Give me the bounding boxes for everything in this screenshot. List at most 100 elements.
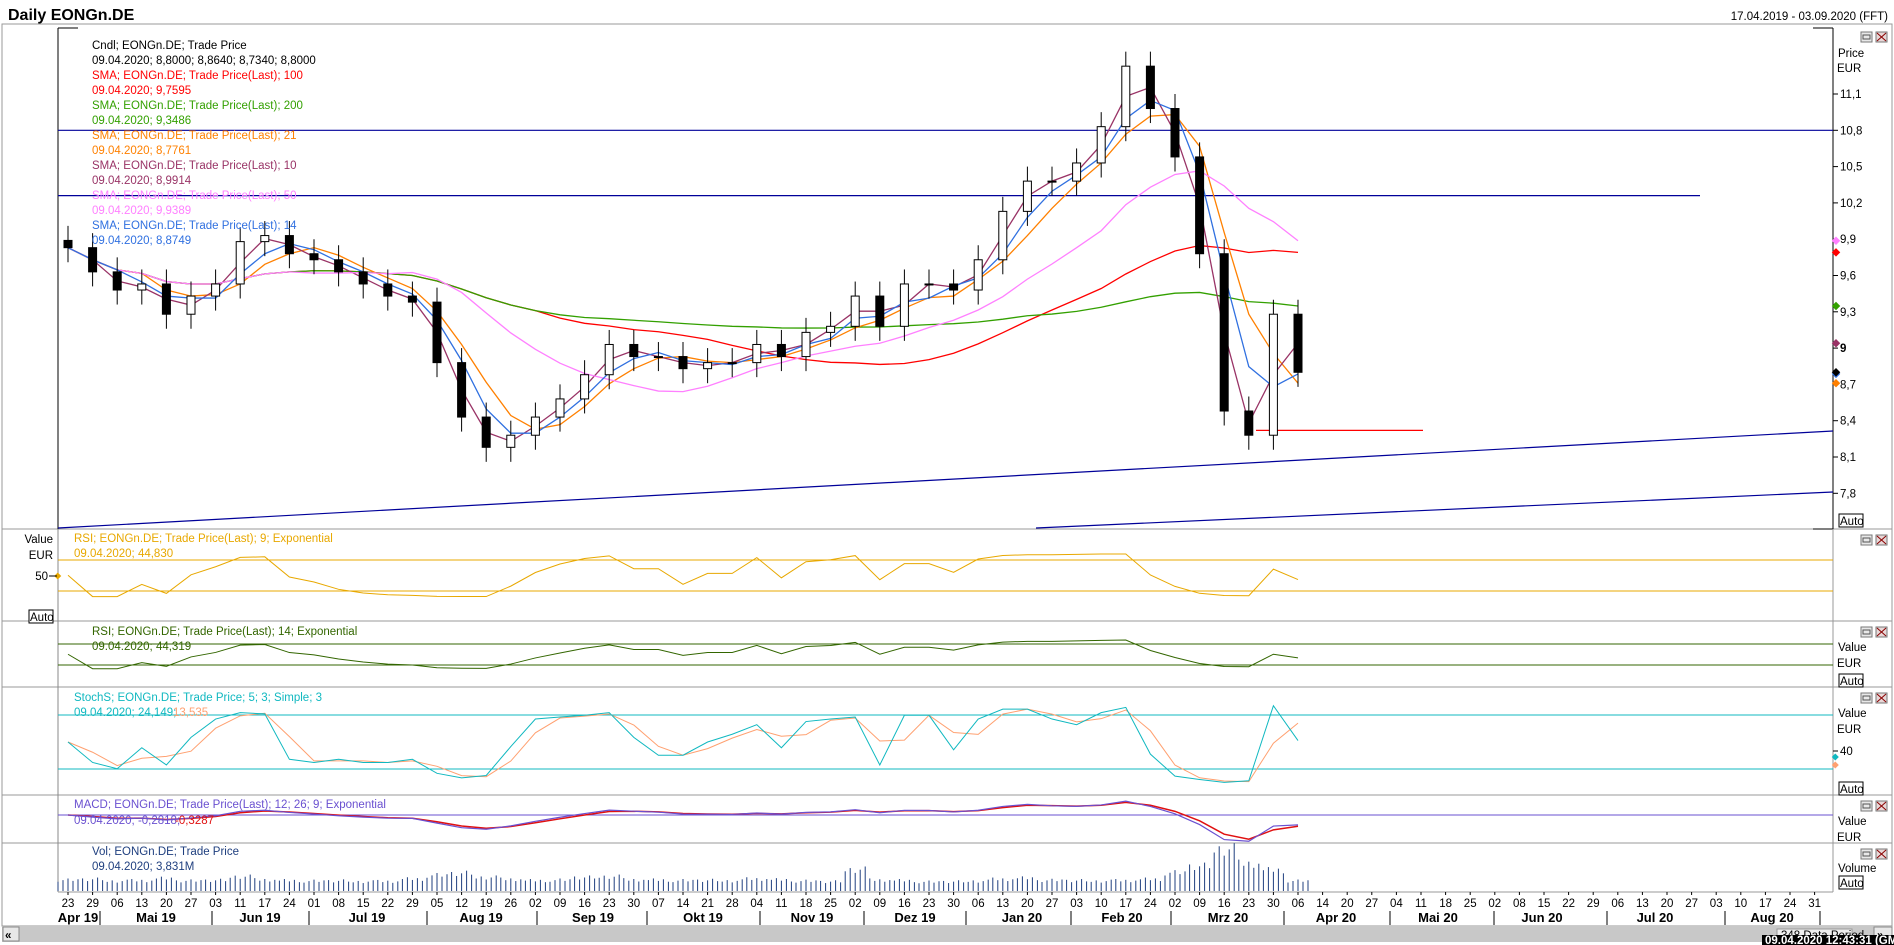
rsi9-legend: RSI; EONGn.DE; Trade Price(Last); 9; Exp… — [74, 533, 333, 545]
volume-value: 09.04.2020; 3,831M — [92, 861, 194, 873]
candle-body — [727, 362, 737, 365]
day-label: 17 — [1119, 898, 1132, 910]
candle — [1244, 396, 1254, 450]
candle — [1293, 299, 1303, 387]
day-label: 22 — [1562, 898, 1575, 910]
candle-body — [604, 343, 614, 376]
candle-body — [899, 283, 909, 327]
legend-series-label: SMA; EONGn.DE; Trade Price(Last); 10 — [92, 160, 297, 172]
day-label: 16 — [898, 898, 911, 910]
candle-body — [776, 343, 786, 358]
candle — [161, 269, 171, 329]
legend-series-value: 09.04.2020; 8,8749 — [92, 235, 191, 247]
legend-series-label: SMA; EONGn.DE; Trade Price(Last); 100 — [92, 70, 303, 82]
candle — [530, 402, 540, 450]
day-label: 30 — [947, 898, 960, 910]
stoch-panel — [58, 704, 1839, 783]
stoch-axis-unit: EUR — [1837, 724, 1861, 736]
candle-body — [88, 247, 98, 273]
candle-body — [629, 343, 639, 358]
day-label: 03 — [1070, 898, 1083, 910]
day-label: 08 — [332, 898, 345, 910]
price-tick-label: 9 — [1840, 343, 1846, 355]
candle — [235, 227, 245, 299]
legend-series-value: 09.04.2020; 8,9914 — [92, 175, 192, 187]
candle-body — [260, 235, 270, 243]
candle-body — [998, 210, 1008, 261]
day-label: 17 — [1759, 898, 1772, 910]
rsi14-axis-title: Value — [1838, 642, 1867, 654]
candle-body — [850, 295, 860, 327]
candle — [924, 269, 934, 299]
day-label: 01 — [308, 898, 321, 910]
trendline-upper — [57, 430, 1834, 529]
scroll-left-icon: « — [5, 930, 11, 942]
candle — [850, 281, 860, 341]
stoch-value-k: 09.04.2020; 24,149; — [74, 707, 176, 719]
candle-body — [703, 362, 713, 370]
candle — [334, 245, 344, 287]
candle — [1219, 239, 1229, 426]
legend-series-value: 09.04.2020; 9,9389 — [92, 205, 191, 217]
legend-series-label: SMA; EONGn.DE; Trade Price(Last); 200 — [92, 100, 303, 112]
day-label: 10 — [1095, 898, 1108, 910]
price-tick-label: 9,3 — [1840, 307, 1856, 319]
stoch-axis-title: Value — [1838, 708, 1867, 720]
candle — [776, 329, 786, 372]
macd-signal-value: -0,3287 — [175, 815, 214, 827]
legend-series-label: Cndl; EONGn.DE; Trade Price — [92, 40, 247, 52]
candle-body — [235, 241, 245, 285]
candle-body — [358, 271, 368, 285]
rsi9-value: 09.04.2020; 44,830 — [74, 548, 173, 560]
candle — [949, 269, 959, 305]
price-tick-label: 9,9 — [1840, 234, 1856, 246]
day-label: 27 — [1685, 898, 1698, 910]
day-label: 30 — [627, 898, 640, 910]
macd-axis-title: Value — [1838, 816, 1867, 828]
price-tick-label: 11,1 — [1840, 89, 1862, 101]
month-label: Jan 20 — [1002, 910, 1042, 925]
day-label: 15 — [1538, 898, 1551, 910]
rsi14-axis-unit: EUR — [1837, 658, 1861, 670]
day-label: 20 — [1661, 898, 1674, 910]
price-tick-label: 8,7 — [1840, 379, 1856, 391]
sma-14-line — [67, 99, 1299, 434]
month-label: Aug 19 — [459, 910, 502, 925]
candle-body — [752, 343, 762, 364]
day-label: 27 — [1046, 898, 1059, 910]
day-label: 24 — [283, 898, 296, 910]
candle-body — [1170, 108, 1180, 158]
candle-body — [1145, 65, 1155, 110]
day-label: 02 — [849, 898, 862, 910]
month-label: Jul 20 — [1637, 910, 1674, 925]
candle-body — [383, 283, 393, 297]
candle — [112, 257, 122, 305]
legend-series-value: 09.04.2020; 8,8000; 8,8640; 8,7340; 8,80… — [92, 55, 316, 67]
day-label: 27 — [1365, 898, 1378, 910]
day-label: 06 — [972, 898, 985, 910]
horizontal-scrollbar[interactable] — [2, 926, 1892, 942]
stoch-value-d: 13,535 — [173, 707, 208, 719]
price-tick-label: 7,8 — [1840, 488, 1856, 500]
candle-body — [924, 283, 934, 286]
day-label: 04 — [750, 898, 763, 910]
candle — [973, 245, 983, 305]
candle-body — [973, 259, 983, 291]
rsi14-value: 09.04.2020; 44,319 — [92, 641, 191, 653]
chart-canvas: Daily EONGn.DE 17.04.2019 - 03.09.2020 (… — [1, 7, 1894, 945]
price-tick-label: 10,2 — [1840, 198, 1862, 210]
day-label: 13 — [996, 898, 1009, 910]
month-label: Nov 19 — [791, 910, 834, 925]
candlesticks — [63, 51, 1303, 462]
rsi9-panel — [54, 553, 1833, 598]
candle-body — [432, 301, 442, 364]
candle — [211, 269, 221, 311]
day-label: 25 — [1464, 898, 1477, 910]
stoch-auto-label: Auto — [1840, 784, 1864, 796]
trendline-lower — [1035, 491, 1834, 529]
candle — [383, 269, 393, 311]
candle — [703, 348, 713, 384]
candle — [1072, 148, 1082, 196]
macd-axis-unit: EUR — [1837, 832, 1861, 844]
stoch-legend: StochS; EONGn.DE; Trade Price; 5; 3; Sim… — [74, 692, 322, 704]
